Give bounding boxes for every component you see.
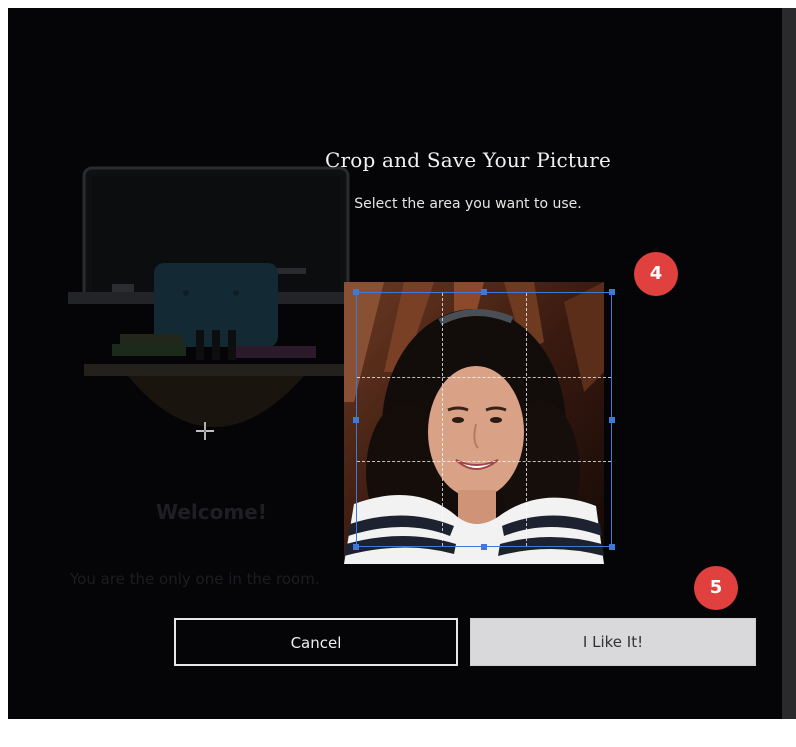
cancel-button[interactable]: Cancel (174, 618, 458, 666)
crop-handle-right[interactable] (609, 417, 615, 423)
crop-selection-frame[interactable] (353, 289, 615, 550)
welcome-heading: Welcome! (156, 500, 267, 524)
step-badge-5: 5 (694, 566, 738, 610)
crop-handle-top-right[interactable] (609, 289, 615, 295)
crop-handle-bottom-left[interactable] (353, 544, 359, 550)
scrollbar[interactable] (782, 8, 796, 719)
dialog-title: Crop and Save Your Picture (324, 148, 612, 172)
crop-handle-left[interactable] (353, 417, 359, 423)
crop-handle-top-left[interactable] (353, 289, 359, 295)
crop-grid-line (441, 293, 443, 546)
crop-grid-line (357, 461, 611, 463)
app-screen: Welcome! You are the only one in the roo… (8, 8, 782, 719)
step-badge-4: 4 (634, 252, 678, 296)
crop-handle-top[interactable] (481, 289, 487, 295)
i-like-it-button[interactable]: I Like It! (470, 618, 756, 666)
empty-room-message: You are the only one in the room. (70, 570, 320, 588)
crosshair-cursor-icon (196, 422, 214, 440)
crop-handle-bottom[interactable] (481, 544, 487, 550)
crop-handle-bottom-right[interactable] (609, 544, 615, 550)
crop-grid-line (526, 293, 528, 546)
dialog-subtitle: Select the area you want to use. (354, 196, 582, 212)
crop-grid-line (357, 377, 611, 379)
